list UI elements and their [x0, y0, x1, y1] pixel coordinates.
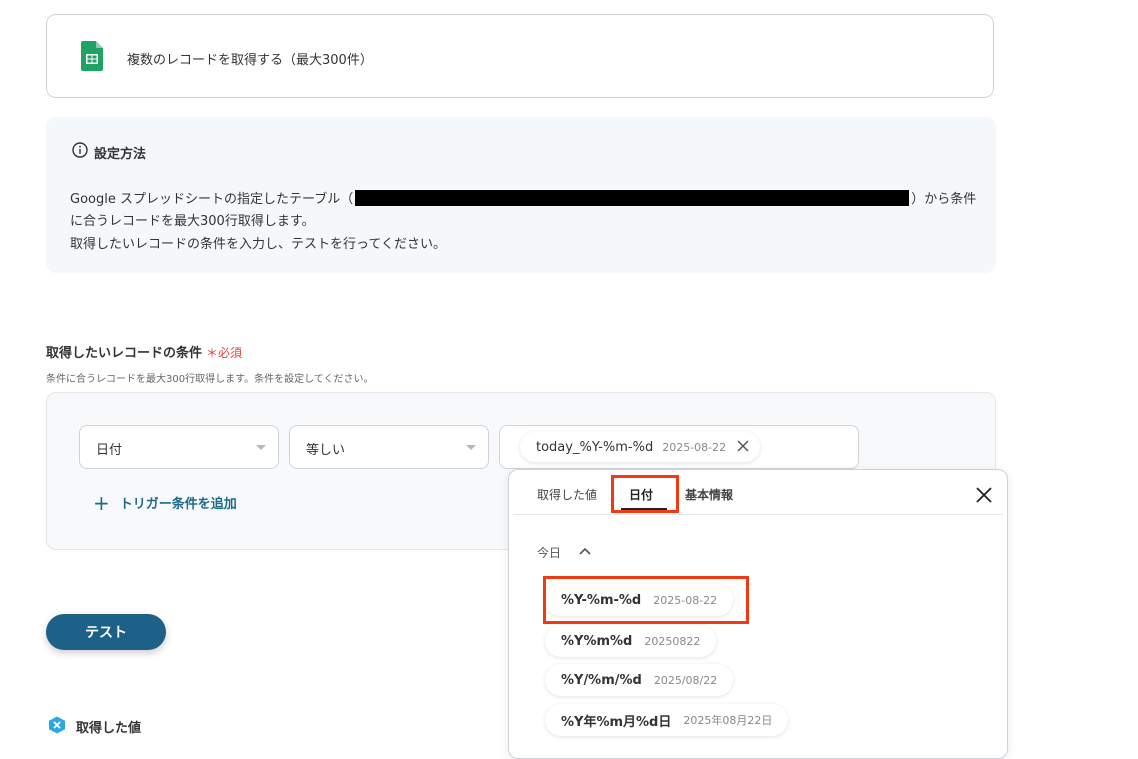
option-sample: 2025/08/22 — [653, 673, 718, 687]
condition-description: 条件に合うレコードを最大300行取得します。条件を設定してください。 — [46, 374, 374, 385]
info-line-1: Google スプレッドシートの指定したテーブル（ ）から条件 — [70, 188, 976, 207]
field-select[interactable]: 日付 — [79, 425, 279, 469]
condition-label-text: 取得したいレコードの条件 — [46, 346, 203, 361]
condition-label: 取得したいレコードの条件 ＊必須 — [46, 342, 242, 361]
close-icon[interactable] — [975, 486, 993, 504]
caret-down-icon — [256, 445, 266, 450]
tab-acquired-values[interactable]: 取得した値 — [537, 486, 597, 503]
google-sheets-icon — [81, 41, 103, 71]
action-title: 複数のレコードを取得する（最大300件） — [127, 53, 373, 68]
date-format-option[interactable]: %Y年%m月%d日 2025年08月22日 — [545, 704, 789, 736]
acquired-values-title: 取得した値 — [76, 721, 142, 736]
field-select-value: 日付 — [96, 443, 123, 458]
date-format-option[interactable]: %Y/%m/%d 2025/08/22 — [545, 664, 734, 696]
required-badge: ＊必須 — [206, 346, 243, 360]
option-code: %Y%m%d — [561, 633, 633, 649]
tab-highlight-box — [611, 475, 679, 513]
value-picker-popup: 取得した値 日付 基本情報 今日 %Y-%m-%d 2025-08-22 %Y%… — [508, 469, 1008, 759]
value-chip-sample: 2025-08-22 — [662, 440, 727, 454]
test-button[interactable]: テスト — [46, 614, 166, 650]
operator-select[interactable]: 等しい — [289, 425, 489, 469]
close-icon[interactable] — [736, 439, 750, 453]
action-card: 複数のレコードを取得する（最大300件） — [46, 14, 994, 98]
option-sample: 2025年08月22日 — [683, 714, 773, 727]
variable-icon — [49, 716, 65, 734]
date-format-option[interactable]: %Y%m%d 20250822 — [545, 625, 717, 657]
option-highlight-box — [543, 576, 749, 624]
option-code: %Y年%m月%d日 — [561, 714, 672, 730]
option-code: %Y/%m/%d — [561, 672, 642, 688]
info-title: 設定方法 — [94, 147, 147, 162]
option-sample: 20250822 — [644, 634, 701, 648]
popup-divider — [513, 514, 1003, 515]
add-condition-button[interactable]: + トリガー条件を追加 — [93, 490, 237, 515]
info-line-3: 取得したいレコードの条件を入力し、テストを行ってください。 — [70, 237, 446, 252]
tab-basic-info[interactable]: 基本情報 — [685, 486, 733, 503]
operator-select-value: 等しい — [306, 443, 346, 458]
plus-icon: + — [93, 490, 110, 515]
add-condition-label: トリガー条件を追加 — [119, 497, 237, 512]
info-box: 設定方法 Google スプレッドシートの指定したテーブル（ ）から条件 に合うレ… — [46, 117, 996, 273]
value-input[interactable]: today_%Y-%m-%d 2025-08-22 — [499, 425, 859, 469]
info-line-1-prefix: Google スプレッドシートの指定したテーブル（ — [70, 192, 354, 207]
info-icon — [72, 142, 88, 158]
redacted-block — [355, 190, 910, 206]
value-chip-code: today_%Y-%m-%d — [536, 439, 654, 455]
chevron-up-icon[interactable] — [579, 547, 591, 555]
group-label-today: 今日 — [537, 546, 562, 560]
info-line-1-suffix: ）から条件 — [911, 192, 977, 207]
caret-down-icon — [466, 445, 476, 450]
value-chip[interactable]: today_%Y-%m-%d 2025-08-22 — [520, 432, 761, 462]
info-line-2: に合うレコードを最大300行取得します。 — [70, 214, 315, 229]
